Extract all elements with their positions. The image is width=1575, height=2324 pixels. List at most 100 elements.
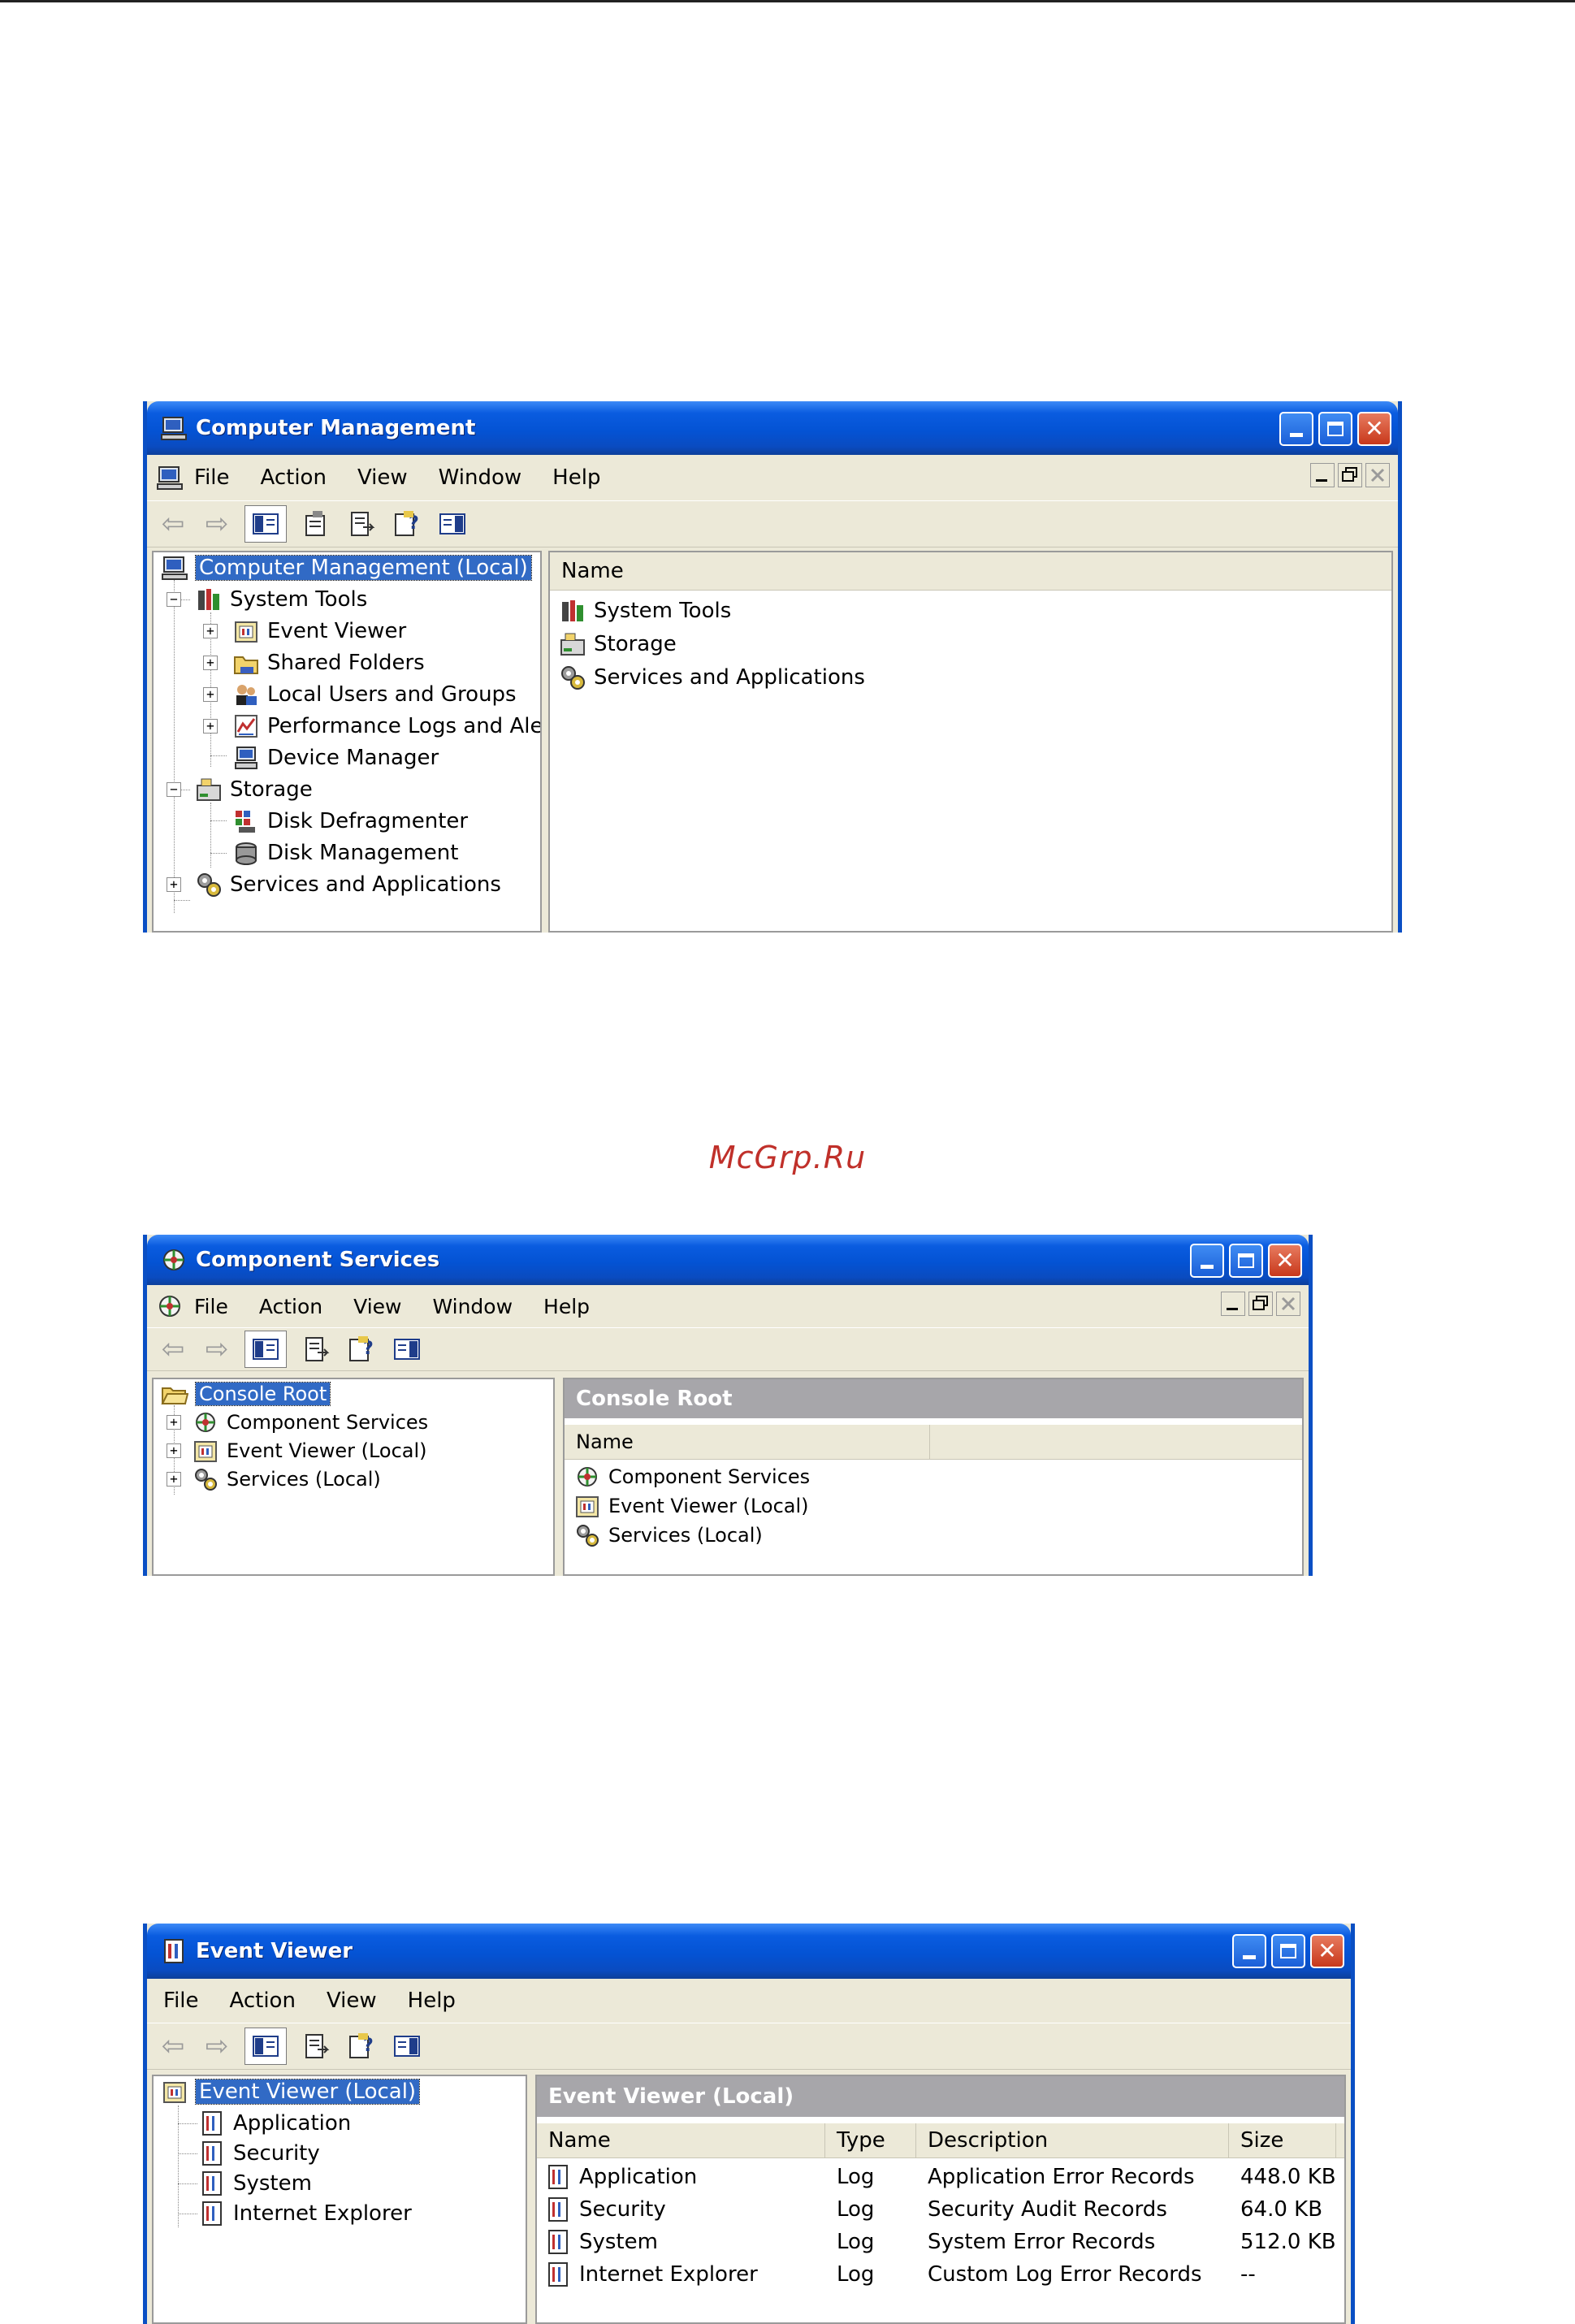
- list-pane[interactable]: Name System Tools Storage Services and A…: [548, 551, 1393, 933]
- expand-toggle[interactable]: +: [167, 1415, 181, 1430]
- close-button[interactable]: ✕: [1268, 1244, 1302, 1278]
- column-header-name[interactable]: Name: [537, 2123, 825, 2157]
- tree-pane[interactable]: Computer Management (Local) − System Too…: [152, 551, 542, 933]
- show-hide-action-pane-icon[interactable]: [391, 1333, 423, 1365]
- menu-view[interactable]: View: [327, 1989, 377, 2013]
- tree-item-event-viewer-local[interactable]: Event Viewer (Local): [191, 1436, 427, 1465]
- component-services-icon[interactable]: [154, 1290, 186, 1322]
- properties-icon[interactable]: [300, 508, 332, 540]
- list-item[interactable]: Services and Applications: [558, 661, 865, 694]
- title-bar[interactable]: Computer Management ✕: [147, 401, 1398, 455]
- help-icon[interactable]: ?: [391, 508, 423, 540]
- menu-file[interactable]: File: [163, 1989, 199, 2013]
- menu-file[interactable]: File: [194, 465, 230, 490]
- tree-pane[interactable]: Event Viewer (Local) Application Securit…: [152, 2075, 527, 2324]
- collapse-toggle[interactable]: −: [167, 782, 181, 797]
- column-header-size[interactable]: Size: [1229, 2123, 1336, 2157]
- menu-window[interactable]: Window: [432, 1295, 513, 1318]
- help-icon[interactable]: ?: [345, 2030, 378, 2062]
- menu-help[interactable]: Help: [408, 1989, 456, 2013]
- list-item[interactable]: Storage: [558, 628, 677, 660]
- expand-toggle[interactable]: +: [203, 624, 218, 638]
- expand-toggle[interactable]: +: [167, 877, 181, 892]
- maximize-button[interactable]: [1271, 1934, 1305, 1968]
- tree-item-disk-defragmenter[interactable]: Disk Defragmenter: [231, 806, 468, 837]
- tree-item-console-root[interactable]: Console Root: [160, 1379, 331, 1409]
- show-hide-action-pane-icon[interactable]: [391, 2030, 423, 2062]
- mdi-minimize-button[interactable]: [1310, 463, 1335, 487]
- expand-toggle[interactable]: +: [167, 1443, 181, 1458]
- tree-item-event-viewer-local[interactable]: Event Viewer (Local): [160, 2076, 421, 2107]
- forward-arrow-icon[interactable]: ⇨: [201, 2030, 233, 2062]
- list-item[interactable]: Component Services: [573, 1462, 810, 1491]
- maximize-button[interactable]: [1229, 1244, 1263, 1278]
- column-header-name[interactable]: Name: [565, 1425, 930, 1459]
- tree-item-services-local[interactable]: Services (Local): [191, 1465, 381, 1494]
- tree-item-services-and-applications[interactable]: Services and Applications: [194, 869, 501, 900]
- tree-item-security[interactable]: Security: [197, 2138, 320, 2168]
- computer-icon[interactable]: [154, 461, 186, 494]
- show-hide-tree-icon[interactable]: [244, 2028, 287, 2065]
- close-button[interactable]: ✕: [1310, 1934, 1344, 1968]
- tree-item-event-viewer[interactable]: Event Viewer: [231, 616, 406, 647]
- tree-item-local-users-and-groups[interactable]: Local Users and Groups: [231, 679, 517, 710]
- mdi-restore-button[interactable]: [1248, 1292, 1273, 1316]
- menu-action[interactable]: Action: [259, 1295, 322, 1318]
- show-hide-action-pane-icon[interactable]: [436, 508, 469, 540]
- back-arrow-icon[interactable]: ⇦: [157, 2030, 189, 2062]
- list-pane[interactable]: Console Root Name Component Services Eve…: [563, 1378, 1304, 1576]
- list-item[interactable]: Event Viewer (Local): [573, 1491, 809, 1521]
- mdi-close-button[interactable]: [1365, 463, 1390, 487]
- tree-item-performance-logs[interactable]: Performance Logs and Alerts: [231, 711, 540, 742]
- title-bar[interactable]: Component Services ✕: [147, 1235, 1309, 1285]
- forward-arrow-icon[interactable]: ⇨: [201, 508, 233, 540]
- expand-toggle[interactable]: +: [203, 687, 218, 702]
- tree-item-system-tools[interactable]: System Tools: [194, 584, 367, 615]
- export-list-icon[interactable]: [345, 508, 378, 540]
- menu-view[interactable]: View: [357, 465, 408, 490]
- maximize-button[interactable]: [1318, 412, 1352, 446]
- show-hide-tree-icon[interactable]: [244, 505, 287, 543]
- tree-item-shared-folders[interactable]: Shared Folders: [231, 647, 425, 678]
- expand-toggle[interactable]: +: [203, 719, 218, 734]
- menu-view[interactable]: View: [353, 1295, 401, 1318]
- mdi-close-button[interactable]: [1276, 1292, 1300, 1316]
- expand-toggle[interactable]: +: [167, 1472, 181, 1487]
- column-header-description[interactable]: Description: [916, 2123, 1229, 2157]
- back-arrow-icon[interactable]: ⇦: [157, 508, 189, 540]
- tree-item-system[interactable]: System: [197, 2168, 312, 2198]
- menu-action[interactable]: Action: [261, 465, 327, 490]
- tree-item-disk-management[interactable]: Disk Management: [231, 837, 458, 868]
- tree-item-device-manager[interactable]: Device Manager: [231, 742, 439, 773]
- forward-arrow-icon[interactable]: ⇨: [201, 1333, 233, 1365]
- mdi-minimize-button[interactable]: [1221, 1292, 1245, 1316]
- menu-window[interactable]: Window: [439, 465, 522, 490]
- back-arrow-icon[interactable]: ⇦: [157, 1333, 189, 1365]
- minimize-button[interactable]: [1190, 1244, 1224, 1278]
- help-icon[interactable]: ?: [345, 1333, 378, 1365]
- menu-help[interactable]: Help: [552, 465, 600, 490]
- tree-item-storage[interactable]: Storage: [194, 774, 313, 805]
- export-list-icon[interactable]: [300, 2030, 332, 2062]
- tree-item-computer-management[interactable]: Computer Management (Local): [160, 552, 532, 583]
- column-header-name[interactable]: Name: [550, 552, 1391, 590]
- menu-help[interactable]: Help: [543, 1295, 590, 1318]
- mdi-restore-button[interactable]: [1338, 463, 1362, 487]
- collapse-toggle[interactable]: −: [167, 592, 181, 607]
- title-bar[interactable]: Event Viewer ✕: [147, 1924, 1351, 1979]
- list-pane[interactable]: Event Viewer (Local) Name Type Descripti…: [535, 2075, 1346, 2324]
- tree-item-application[interactable]: Application: [197, 2108, 351, 2138]
- menu-file[interactable]: File: [194, 1295, 228, 1318]
- minimize-button[interactable]: [1232, 1934, 1266, 1968]
- column-header-type[interactable]: Type: [825, 2123, 916, 2157]
- tree-item-internet-explorer[interactable]: Internet Explorer: [197, 2198, 412, 2228]
- show-hide-tree-icon[interactable]: [244, 1331, 287, 1368]
- tree-pane[interactable]: Console Root + Component Services + Even…: [152, 1378, 555, 1576]
- tree-item-component-services[interactable]: Component Services: [191, 1408, 428, 1437]
- list-item[interactable]: System Tools: [558, 595, 731, 627]
- export-list-icon[interactable]: [300, 1333, 332, 1365]
- list-item[interactable]: Services (Local): [573, 1521, 763, 1550]
- menu-action[interactable]: Action: [230, 1989, 296, 2013]
- close-button[interactable]: ✕: [1357, 412, 1391, 446]
- expand-toggle[interactable]: +: [203, 656, 218, 670]
